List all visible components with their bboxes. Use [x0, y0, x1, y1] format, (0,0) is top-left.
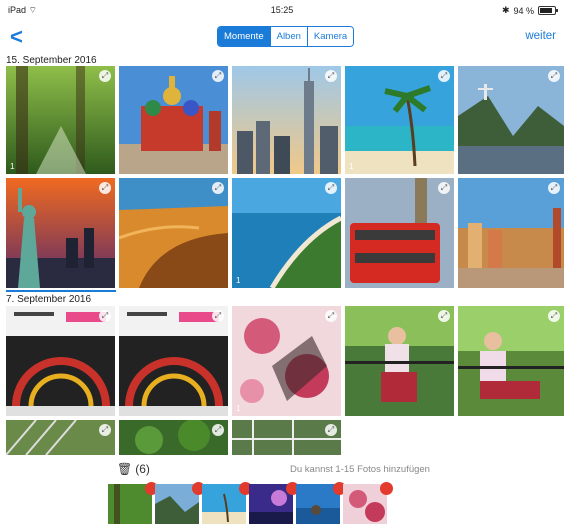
- tile-badge: 1: [10, 162, 15, 171]
- photo-tile-garden[interactable]: ⤢: [119, 420, 228, 455]
- status-bar: iPad ⌔ 15:25 ✱ 94 %: [0, 0, 564, 20]
- photo-london: [345, 178, 454, 288]
- expand-icon[interactable]: ⤢: [99, 310, 111, 322]
- selected-thumb[interactable]: [108, 482, 158, 524]
- photo-tile-london[interactable]: ⤢: [345, 178, 454, 288]
- photo-tile-beach[interactable]: ⤢ 1: [345, 66, 454, 174]
- add-photos-hint: Du kannst 1-15 Fotos hinzufügen: [290, 464, 430, 475]
- expand-icon[interactable]: ⤢: [548, 310, 560, 322]
- selection-tray: 🗑 (6) Du kannst 1-15 Fotos hinzufügen: [0, 455, 564, 527]
- status-right: ✱ 94 %: [501, 5, 558, 16]
- expand-icon[interactable]: ⤢: [212, 310, 224, 322]
- segment-kamera[interactable]: Kamera: [306, 27, 354, 46]
- photo-moscow: [119, 66, 228, 174]
- selected-thumb[interactable]: [343, 482, 393, 524]
- photo-tile-balcony[interactable]: ⤢: [6, 420, 115, 455]
- photo-beach: [345, 66, 454, 174]
- photo-tile-railing[interactable]: ⤢: [232, 420, 341, 455]
- segment-momente[interactable]: Momente: [218, 27, 270, 46]
- selected-count: (6): [135, 462, 150, 476]
- expand-icon[interactable]: ⤢: [99, 424, 111, 436]
- photo-rio: [458, 66, 564, 174]
- scroll-indicator: [6, 290, 116, 292]
- expand-icon[interactable]: ⤢: [438, 310, 450, 322]
- photo-forest: [6, 66, 115, 174]
- photo-tile-closeup[interactable]: ⤢ 1: [232, 306, 341, 416]
- expand-icon[interactable]: ⤢: [212, 182, 224, 194]
- photo-tile-moscow[interactable]: ⤢: [119, 66, 228, 174]
- expand-icon[interactable]: ⤢: [212, 424, 224, 436]
- photo-warsaw: [458, 178, 564, 288]
- segmented-control: Momente Alben Kamera: [217, 26, 355, 47]
- trash-icon: 🗑: [117, 462, 133, 476]
- expand-icon[interactable]: ⤢: [438, 70, 450, 82]
- expand-icon[interactable]: ⤢: [325, 310, 337, 322]
- selected-thumb[interactable]: [202, 482, 252, 524]
- selected-thumb[interactable]: [155, 482, 205, 524]
- nav-bar: < Momente Alben Kamera weiter: [0, 20, 564, 56]
- photo-closeup: [232, 306, 341, 416]
- photo-tile-desert[interactable]: ⤢: [119, 178, 228, 288]
- battery-percent: 94 %: [513, 5, 534, 16]
- expand-icon[interactable]: ⤢: [99, 182, 111, 194]
- selected-thumb[interactable]: [249, 482, 299, 524]
- expand-icon[interactable]: ⤢: [325, 182, 337, 194]
- photo-screenshot: [6, 306, 115, 416]
- photo-tile-warsaw[interactable]: ⤢: [458, 178, 564, 288]
- tile-badge: 1: [236, 276, 241, 285]
- photo-tile-forest[interactable]: ⤢ 1: [6, 66, 115, 174]
- back-button[interactable]: <: [10, 26, 23, 48]
- photo-reading: [458, 306, 564, 416]
- photo-tile-liberty[interactable]: ⤢: [6, 178, 115, 288]
- photo-reading: [345, 306, 454, 416]
- remove-dot[interactable]: [380, 482, 393, 495]
- section-title: 7. September 2016: [6, 294, 92, 305]
- section-title: 15. September 2016: [6, 55, 97, 66]
- expand-icon[interactable]: ⤢: [325, 424, 337, 436]
- photo-tile-screenshot-1[interactable]: ⤢: [6, 306, 115, 416]
- expand-icon[interactable]: ⤢: [548, 182, 560, 194]
- clock: 15:25: [270, 5, 294, 15]
- tile-badge: 1: [349, 162, 354, 171]
- photo-tile-coast[interactable]: ⤢ 1: [232, 178, 341, 288]
- trash-button[interactable]: 🗑 (6): [117, 462, 150, 476]
- photo-tile-screenshot-2[interactable]: ⤢: [119, 306, 228, 416]
- photo-tile-rio[interactable]: ⤢: [458, 66, 564, 174]
- expand-icon[interactable]: ⤢: [438, 182, 450, 194]
- photo-screenshot: [119, 306, 228, 416]
- expand-icon[interactable]: ⤢: [325, 70, 337, 82]
- expand-icon[interactable]: ⤢: [548, 70, 560, 82]
- photo-desert: [119, 178, 228, 288]
- photo-railing: [232, 420, 341, 455]
- photo-balcony: [6, 420, 115, 455]
- segment-alben[interactable]: Alben: [269, 27, 307, 46]
- photo-coast: [232, 178, 341, 288]
- bluetooth-icon: ✱: [501, 5, 510, 15]
- photo-garden: [119, 420, 228, 455]
- selected-thumb[interactable]: [296, 482, 346, 524]
- photo-tile-reading-2[interactable]: ⤢: [458, 306, 564, 416]
- photo-liberty: [6, 178, 115, 288]
- tile-badge: 1: [236, 404, 241, 413]
- battery-icon: [538, 6, 558, 15]
- photo-tile-newyork[interactable]: ⤢: [232, 66, 341, 174]
- photo-tile-reading-1[interactable]: ⤢: [345, 306, 454, 416]
- expand-icon[interactable]: ⤢: [99, 70, 111, 82]
- expand-icon[interactable]: ⤢: [212, 70, 224, 82]
- next-button[interactable]: weiter: [525, 30, 556, 42]
- photo-newyork: [232, 66, 341, 174]
